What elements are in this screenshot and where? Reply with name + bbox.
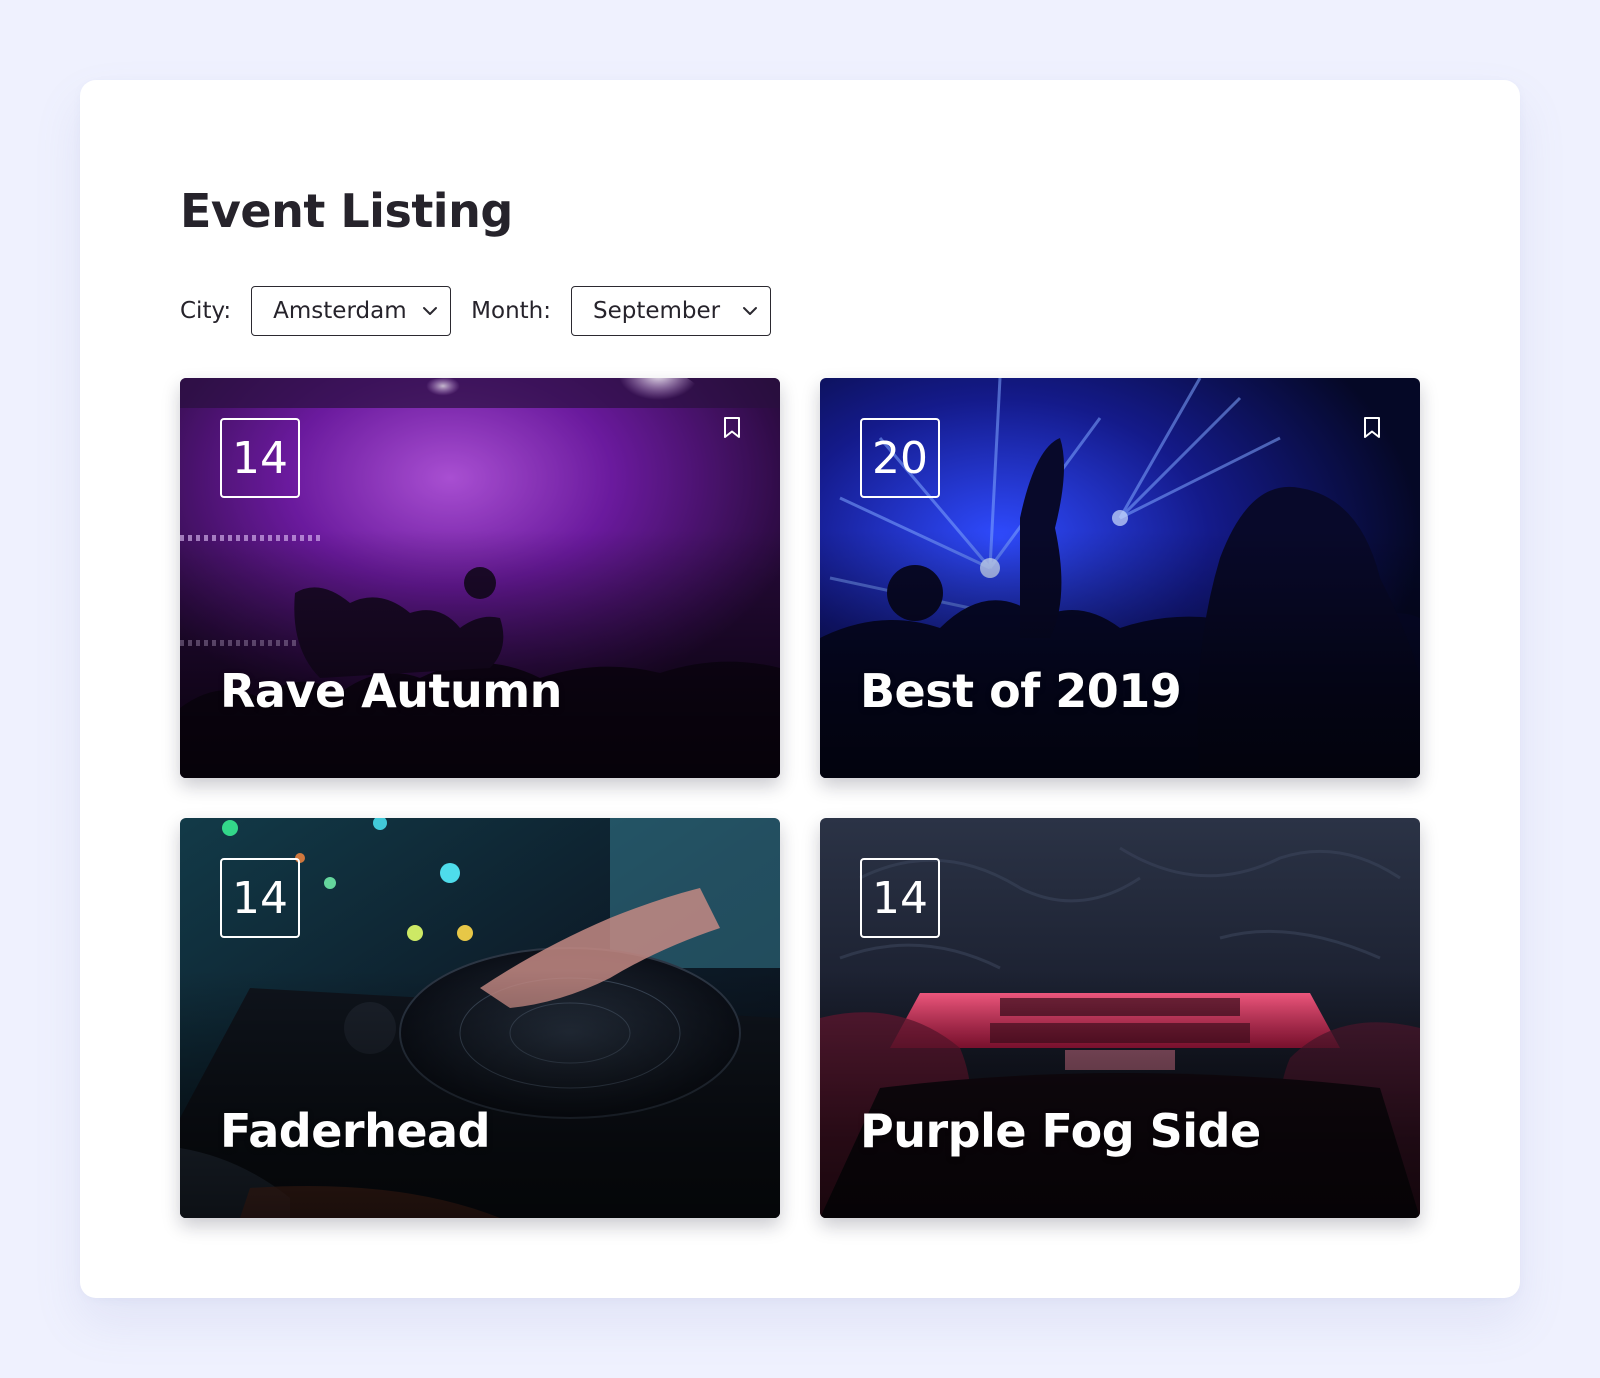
chevron-down-icon (423, 307, 438, 315)
event-card[interactable]: 20 Best of 2019 (820, 378, 1420, 778)
month-select[interactable]: September (571, 286, 771, 336)
city-label: City: (180, 298, 232, 324)
event-day: 20 (872, 432, 928, 484)
filter-bar: City: Amsterdam Month: September (180, 286, 791, 336)
city-select[interactable]: Amsterdam (251, 286, 452, 336)
event-date-badge: 20 (860, 418, 940, 498)
chevron-down-icon (743, 307, 757, 315)
page-title: Event Listing (180, 184, 513, 238)
event-day: 14 (232, 432, 288, 484)
month-label: Month: (471, 298, 551, 324)
month-select-value: September (593, 298, 721, 324)
event-date-badge: 14 (220, 418, 300, 498)
event-card[interactable]: 14 Rave Autumn (180, 378, 780, 778)
event-title: Faderhead (220, 1104, 491, 1158)
bookmark-icon[interactable] (722, 416, 742, 440)
event-card[interactable]: 14 Faderhead (180, 818, 780, 1218)
event-title: Rave Autumn (220, 664, 562, 718)
event-date-badge: 14 (860, 858, 940, 938)
event-title: Best of 2019 (860, 664, 1182, 718)
event-date-badge: 14 (220, 858, 300, 938)
event-day: 14 (232, 872, 288, 924)
event-card[interactable]: 14 Purple Fog Side (820, 818, 1420, 1218)
event-listing-panel: Event Listing City: Amsterdam Month: Sep… (80, 80, 1520, 1298)
event-title: Purple Fog Side (860, 1104, 1261, 1158)
city-select-value: Amsterdam (273, 298, 407, 324)
event-day: 14 (872, 872, 928, 924)
bookmark-icon[interactable] (1362, 416, 1382, 440)
